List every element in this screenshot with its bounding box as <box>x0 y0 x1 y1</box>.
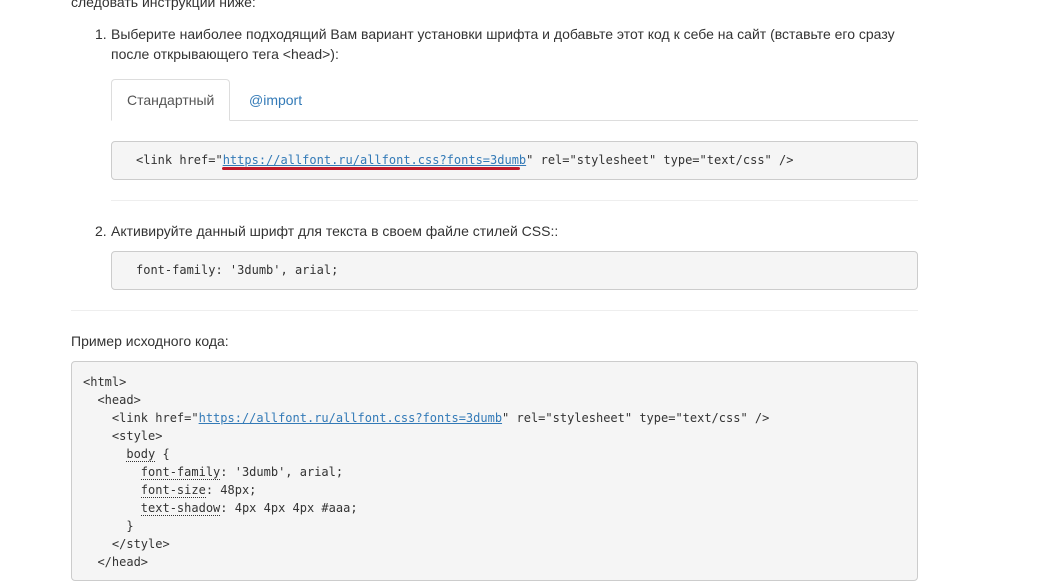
code-line: font-family: '3dumb', arial; <box>140 465 344 480</box>
divider <box>111 200 918 201</box>
tabs-divider <box>111 120 918 121</box>
step-1-text-line1: Выберите наиболее подходящий Вам вариант… <box>111 26 895 42</box>
example-code-block: <html> <head> <link href="https://allfon… <box>71 361 918 581</box>
step-1-number: 1. <box>95 26 107 42</box>
css-property: font-size <box>140 483 206 498</box>
code-line: } <box>126 519 134 533</box>
step-2-number: 2. <box>95 223 107 239</box>
code-line: <link href="https://allfont.ru/allfont.c… <box>111 411 770 425</box>
css-code-block: font-family: '3dumb', arial; <box>111 251 918 290</box>
example-label: Пример исходного кода: <box>71 333 229 349</box>
link-code-suffix: " rel="stylesheet" type="text/css" /> <box>526 153 794 167</box>
install-method-tabs: Стандартный @import <box>111 79 918 121</box>
font-css-link[interactable]: https://allfont.ru/allfont.css?fonts=3du… <box>223 153 526 167</box>
code-line: <head> <box>97 393 141 407</box>
code-line: <style> <box>111 429 163 443</box>
tab-import[interactable]: @import <box>233 79 318 120</box>
css-property: text-shadow <box>140 501 221 516</box>
code-line: body { <box>126 447 170 462</box>
link-highlight-underline <box>222 167 520 170</box>
code-line: </head> <box>97 555 149 569</box>
step-2-text: Активируйте данный шрифт для текста в св… <box>111 223 559 239</box>
step-1-text-line2: после открывающего тега <head>): <box>111 46 339 62</box>
css-code-line: font-family: '3dumb', arial; <box>136 263 339 277</box>
css-selector: body <box>126 447 156 462</box>
intro-text: следовать инструкции ниже: <box>71 0 256 10</box>
code-line: font-size: 48px; <box>140 483 257 498</box>
code-line: </style> <box>111 537 170 551</box>
link-code-prefix: <link href=" <box>136 153 223 167</box>
divider <box>71 310 918 311</box>
code-line: <html> <box>83 375 127 389</box>
link-code-block: <link href="https://allfont.ru/allfont.c… <box>111 141 918 180</box>
code-line: text-shadow: 4px 4px 4px #aaa; <box>140 501 358 516</box>
css-property: font-family <box>140 465 221 480</box>
example-font-css-link[interactable]: https://allfont.ru/allfont.css?fonts=3du… <box>199 411 502 425</box>
tab-standard[interactable]: Стандартный <box>111 79 230 121</box>
